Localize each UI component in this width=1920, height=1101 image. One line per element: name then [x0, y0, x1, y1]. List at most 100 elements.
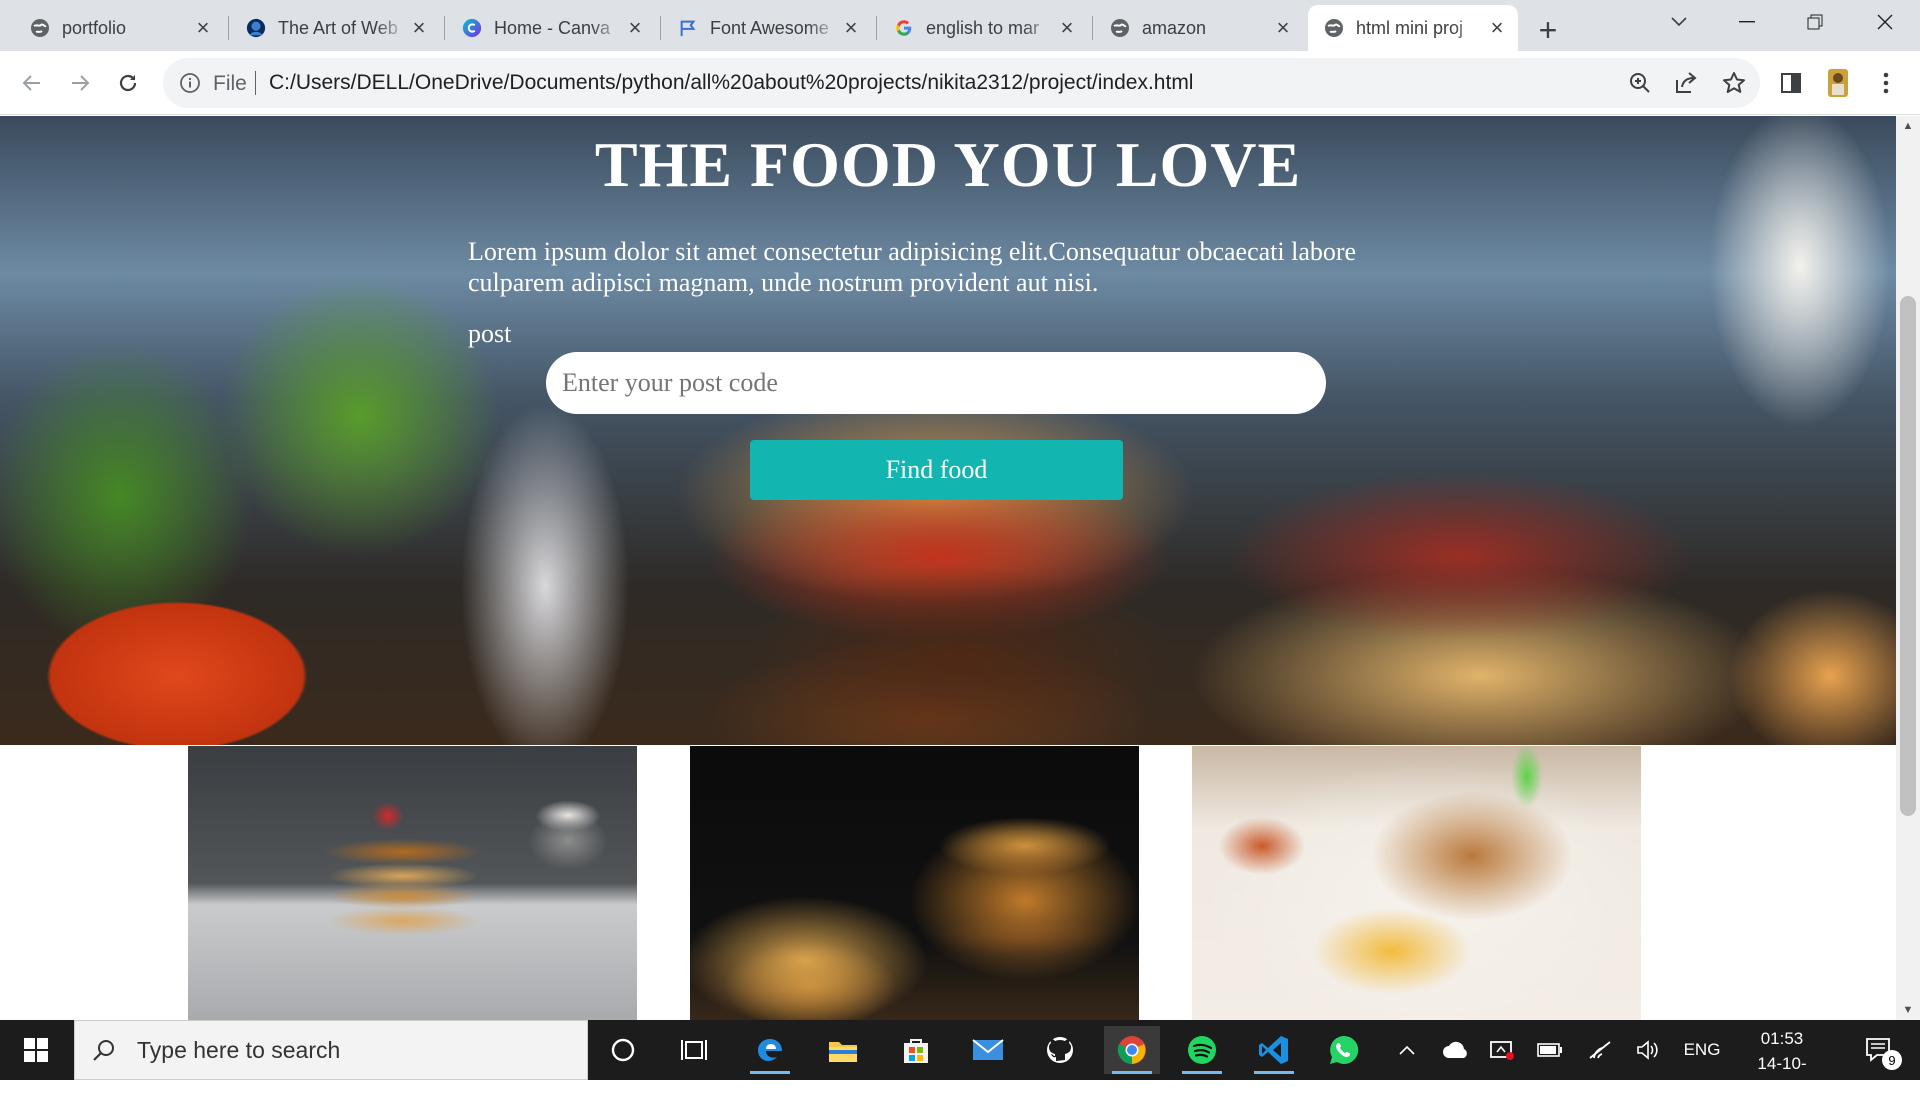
find-food-button[interactable]: Find food — [750, 440, 1123, 500]
tab-font-awesome[interactable]: Font Awesome × — [662, 5, 872, 51]
canva-icon — [462, 18, 482, 38]
vscode-running-indicator — [1254, 1071, 1294, 1074]
search-icon — [91, 1037, 117, 1063]
spotify-running-indicator — [1182, 1071, 1222, 1074]
task-view-icon[interactable] — [666, 1026, 722, 1074]
volume-icon[interactable] — [1632, 1020, 1664, 1080]
globe-icon — [1110, 18, 1130, 38]
mail-icon[interactable] — [960, 1026, 1016, 1074]
google-icon — [894, 18, 914, 38]
close-tab-icon[interactable]: × — [624, 15, 646, 40]
pancakes-image — [188, 746, 637, 1020]
page-title: THE FOOD YOU LOVE — [594, 129, 1302, 200]
github-icon[interactable] — [1032, 1026, 1088, 1074]
tab-title: The Art of Web — [278, 17, 398, 38]
profile-icon — [246, 18, 266, 38]
wifi-icon[interactable] — [1584, 1020, 1616, 1080]
scheme-label: File — [213, 72, 247, 95]
hero-banner: THE FOOD YOU LOVE Lorem ipsum dolor sit … — [0, 116, 1896, 745]
tab-google-translate[interactable]: english to mar × — [878, 5, 1088, 51]
tab-canva[interactable]: Home - Canva × — [446, 5, 656, 51]
notification-badge: 9 — [1882, 1050, 1902, 1070]
notification-center-icon[interactable]: 9 — [1854, 1020, 1904, 1080]
whatsapp-icon[interactable] — [1316, 1026, 1372, 1074]
url-text[interactable]: C:/Users/DELL/OneDrive/Documents/python/… — [269, 71, 1193, 95]
close-window-icon[interactable] — [1852, 0, 1918, 44]
address-divider — [255, 71, 256, 95]
tab-divider — [228, 16, 229, 40]
show-hidden-icons-icon[interactable] — [1392, 1020, 1422, 1080]
spotify-icon[interactable] — [1174, 1026, 1230, 1074]
close-tab-icon[interactable]: × — [408, 15, 430, 40]
close-tab-icon[interactable]: × — [1272, 15, 1294, 40]
close-tab-icon[interactable]: × — [192, 15, 214, 40]
tab-title: portfolio — [62, 17, 127, 38]
system-clock[interactable]: 01:53 14-10-2023 — [1746, 1026, 1818, 1101]
scroll-down-icon[interactable]: ▼ — [1896, 1000, 1920, 1020]
taskbar-search-box[interactable]: Type here to search — [74, 1020, 588, 1080]
hero-description: Lorem ipsum dolor sit amet consectetur a… — [468, 237, 1357, 297]
chrome-icon[interactable] — [1104, 1026, 1160, 1074]
tab-title: Font Awesome — [710, 17, 829, 38]
close-tab-icon[interactable]: × — [1486, 15, 1508, 40]
tab-title: Home - Canva — [494, 17, 611, 38]
windows-start-icon[interactable] — [12, 1034, 60, 1066]
forward-arrow-icon[interactable] — [62, 65, 98, 101]
globe-icon — [1324, 18, 1344, 38]
page-viewport: THE FOOD YOU LOVE Lorem ipsum dolor sit … — [0, 116, 1896, 1020]
address-bar[interactable]: File C:/Users/DELL/OneDrive/Documents/py… — [163, 58, 1760, 108]
back-arrow-icon[interactable] — [14, 65, 50, 101]
browser-tab-strip: portfolio × The Art of Web × Home - Canv… — [0, 0, 1920, 51]
vertical-scrollbar[interactable]: ▲ ▼ — [1896, 116, 1920, 1020]
close-tab-icon[interactable]: × — [840, 15, 862, 40]
post-code-input[interactable] — [546, 352, 1326, 414]
edge-running-indicator — [750, 1071, 790, 1074]
profile-avatar[interactable] — [1820, 65, 1856, 101]
cortana-icon[interactable] — [595, 1026, 651, 1074]
microsoft-store-icon[interactable] — [888, 1026, 944, 1074]
tab-divider — [1092, 16, 1093, 40]
tab-divider — [444, 16, 445, 40]
bookmark-star-icon[interactable] — [1721, 70, 1747, 101]
tab-amazon[interactable]: amazon × — [1094, 5, 1304, 51]
restore-icon[interactable] — [1782, 0, 1848, 44]
vscode-icon[interactable] — [1246, 1026, 1302, 1074]
battery-icon[interactable] — [1534, 1020, 1566, 1080]
onedrive-icon[interactable] — [1440, 1020, 1472, 1080]
clock-date: 14-10-2023 — [1757, 1054, 1807, 1098]
tab-portfolio[interactable]: portfolio × — [14, 5, 224, 51]
windows-taskbar: Type here to search ENG 01:53 14-10-2023… — [0, 1020, 1920, 1098]
language-indicator[interactable]: ENG — [1678, 1020, 1726, 1080]
reload-icon[interactable] — [110, 65, 146, 101]
tab-art-of-web[interactable]: The Art of Web × — [230, 5, 440, 51]
new-tab-button[interactable]: + — [1528, 10, 1568, 50]
clock-time: 01:53 — [1760, 1029, 1804, 1048]
minimize-icon[interactable] — [1714, 0, 1780, 44]
tab-title: html mini proj — [1356, 17, 1464, 38]
close-tab-icon[interactable]: × — [1056, 15, 1078, 40]
tab-title: amazon — [1142, 17, 1207, 38]
screen-record-icon[interactable] — [1486, 1020, 1518, 1080]
sandwich-image — [1192, 746, 1641, 1020]
scroll-up-icon[interactable]: ▲ — [1896, 116, 1920, 136]
side-panel-icon[interactable] — [1773, 65, 1809, 101]
tab-divider — [876, 16, 877, 40]
menu-kebab-icon[interactable] — [1868, 65, 1904, 101]
share-icon[interactable] — [1673, 70, 1699, 101]
search-placeholder: Type here to search — [137, 1036, 341, 1063]
globe-icon — [30, 18, 50, 38]
post-label: post — [468, 319, 512, 348]
scrollbar-thumb[interactable] — [1900, 296, 1916, 816]
chrome-running-indicator — [1112, 1071, 1152, 1074]
flag-icon — [678, 18, 698, 38]
info-icon[interactable] — [179, 72, 201, 99]
tab-search-icon[interactable] — [1646, 0, 1712, 44]
zoom-icon[interactable] — [1627, 70, 1653, 101]
burger-fries-image — [690, 746, 1139, 1020]
tab-html-mini-project[interactable]: html mini proj × — [1308, 5, 1518, 51]
browser-toolbar: File C:/Users/DELL/OneDrive/Documents/py… — [0, 51, 1920, 115]
edge-icon[interactable] — [742, 1026, 798, 1074]
file-explorer-icon[interactable] — [815, 1026, 871, 1074]
tab-title: english to mar — [926, 17, 1040, 38]
tab-divider — [660, 16, 661, 40]
